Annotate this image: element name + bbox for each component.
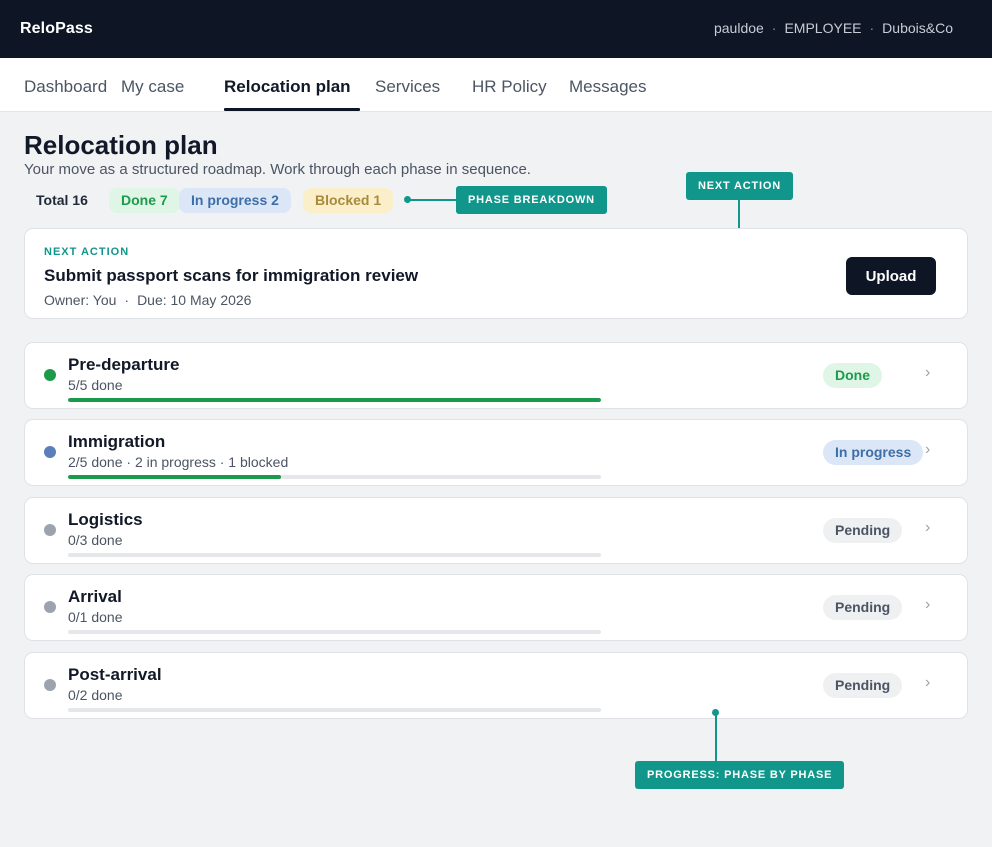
- phase-card-arrival[interactable]: Arrival 0/1 done Pending ›: [24, 574, 968, 641]
- phase-name: Arrival: [68, 587, 122, 606]
- phase-card-pre-departure[interactable]: Pre-departure 5/5 done Done ›: [24, 342, 968, 409]
- tab-dashboard[interactable]: Dashboard: [24, 77, 107, 97]
- phase-progress-fill: [68, 398, 601, 402]
- total-count-chip: Total 16: [24, 188, 100, 213]
- user-meta: pauldoe · EMPLOYEE · Dubois&Co: [714, 20, 953, 36]
- tab-hr-policy[interactable]: HR Policy: [472, 77, 547, 97]
- tab-my-case[interactable]: My case: [121, 77, 184, 97]
- phase-detail: 0/1 done: [68, 609, 123, 625]
- blocked-count-chip: Blocked 1: [303, 188, 394, 213]
- username[interactable]: pauldoe: [714, 20, 764, 36]
- upload-button[interactable]: Upload: [846, 257, 936, 295]
- status-dot: [44, 524, 56, 536]
- chevron-right-icon[interactable]: ›: [925, 596, 930, 614]
- page-subtitle: Your move as a structured roadmap. Work …: [24, 161, 531, 178]
- phase-progress-bar: [68, 398, 601, 402]
- next-action-title: Submit passport scans for immigration re…: [44, 266, 419, 285]
- status-badge: Done: [823, 363, 882, 388]
- phase-progress-bar: [68, 708, 601, 712]
- status-dot: [44, 446, 56, 458]
- next-action-due: Due: 10 May 2026: [137, 292, 252, 308]
- status-badge: Pending: [823, 595, 903, 620]
- phase-progress-bar: [68, 475, 601, 479]
- phase-progress-fill: [68, 475, 282, 479]
- next-action-callout: NEXT ACTION: [686, 172, 793, 200]
- phase-name: Pre-departure: [68, 355, 180, 374]
- tab-relocation-plan[interactable]: Relocation plan: [224, 77, 351, 97]
- status-badge: In progress: [823, 440, 924, 465]
- user-role: EMPLOYEE: [784, 20, 862, 36]
- phase-progress-bar: [68, 553, 601, 557]
- phase-name: Immigration: [68, 432, 166, 451]
- chevron-right-icon[interactable]: ›: [925, 674, 930, 692]
- status-dot: [44, 369, 56, 381]
- in-progress-count-chip: In progress 2: [179, 188, 291, 213]
- phase-breakdown-callout: PHASE BREAKDOWN: [456, 186, 607, 214]
- separator: ·: [124, 292, 130, 308]
- company-name: Dubois&Co: [882, 20, 953, 36]
- done-count-chip: Done 7: [109, 188, 180, 213]
- progress-callout: PROGRESS: PHASE BY PHASE: [635, 761, 845, 789]
- status-badge: Pending: [823, 518, 903, 543]
- next-action-meta: Owner: You · Due: 10 May 2026: [44, 292, 251, 308]
- main-nav: Dashboard My case Relocation plan Servic…: [0, 58, 992, 112]
- phase-card-immigration[interactable]: Immigration 2/5 done · 2 in progress · 1…: [24, 419, 968, 486]
- page-title: Relocation plan: [24, 130, 218, 160]
- phase-detail: 2/5 done · 2 in progress · 1 blocked: [68, 454, 289, 470]
- tab-services[interactable]: Services: [375, 77, 440, 97]
- separator: ·: [771, 20, 777, 36]
- separator: ·: [869, 20, 875, 36]
- phase-card-post-arrival[interactable]: Post-arrival 0/2 done Pending ›: [24, 652, 968, 719]
- phase-detail: 0/3 done: [68, 532, 123, 548]
- top-bar: ReloPass pauldoe · EMPLOYEE · Dubois&Co: [0, 0, 992, 58]
- status-badge: Pending: [823, 673, 903, 698]
- chevron-right-icon[interactable]: ›: [925, 519, 930, 537]
- status-dot: [44, 679, 56, 691]
- status-dot: [44, 601, 56, 613]
- phase-name: Post-arrival: [68, 665, 162, 684]
- next-action-owner: Owner: You: [44, 292, 117, 308]
- callout-connector: [408, 199, 456, 201]
- app-logo[interactable]: ReloPass: [20, 20, 93, 38]
- phase-name: Logistics: [68, 510, 143, 529]
- chevron-right-icon[interactable]: ›: [925, 364, 930, 382]
- callout-connector: [715, 712, 717, 761]
- phase-detail: 0/2 done: [68, 687, 123, 703]
- tab-messages[interactable]: Messages: [569, 77, 646, 97]
- next-action-eyebrow: NEXT ACTION: [44, 246, 130, 258]
- phase-progress-bar: [68, 630, 601, 634]
- phase-card-logistics[interactable]: Logistics 0/3 done Pending ›: [24, 497, 968, 564]
- phase-detail: 5/5 done: [68, 377, 123, 393]
- next-action-card: NEXT ACTION Submit passport scans for im…: [24, 228, 968, 319]
- chevron-right-icon[interactable]: ›: [925, 441, 930, 459]
- active-tab-indicator: [224, 108, 360, 111]
